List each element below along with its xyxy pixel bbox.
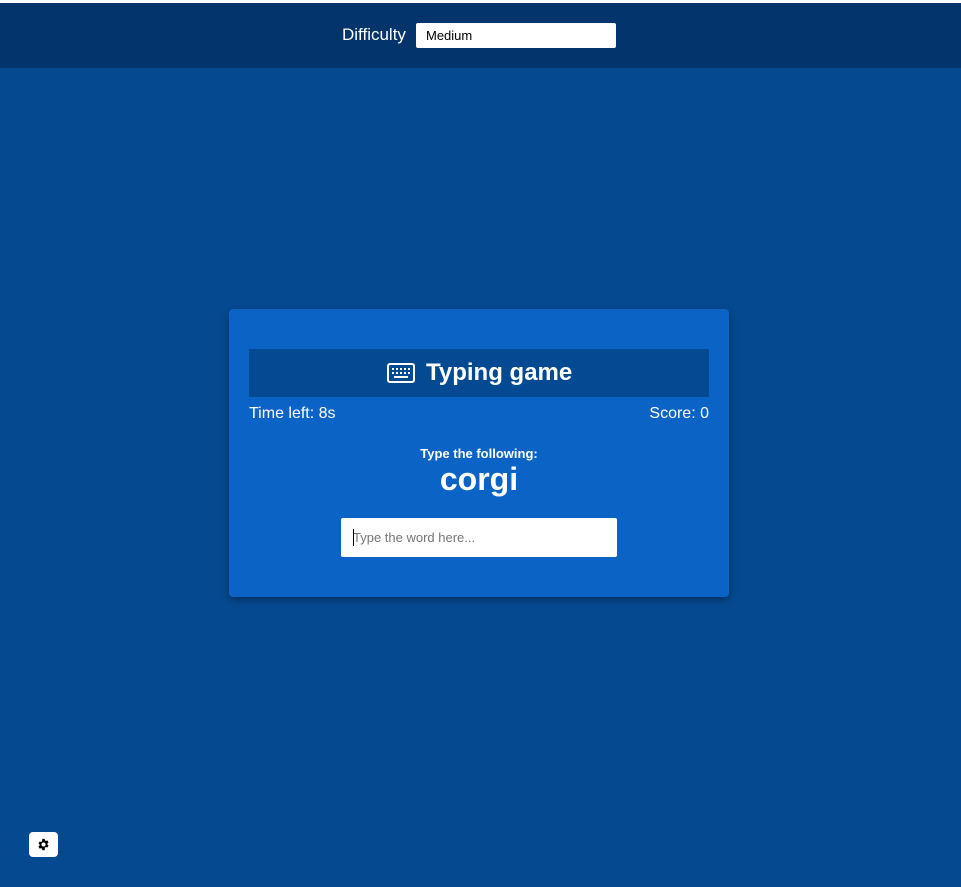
settings-toggle-button[interactable] <box>29 832 58 857</box>
difficulty-select[interactable]: Medium <box>416 23 616 48</box>
gear-icon <box>38 838 49 851</box>
title-bar: Typing game <box>249 349 709 397</box>
current-word: corgi <box>439 461 519 497</box>
game-card: Typing game Time left: 8s Score: 0 Type … <box>229 309 729 597</box>
title-group: Typing game <box>387 359 572 387</box>
game-title: Typing game <box>426 359 573 386</box>
settings-bar: Difficulty Medium <box>0 3 961 68</box>
time-left: Time left: 8s <box>249 405 336 422</box>
prompt-label: Type the following: <box>420 446 538 461</box>
difficulty-label: Difficulty <box>342 25 406 44</box>
score: Score: 0 <box>649 405 709 422</box>
word-input[interactable] <box>341 518 617 557</box>
keyboard-icon <box>387 363 415 383</box>
text-caret <box>353 529 354 546</box>
